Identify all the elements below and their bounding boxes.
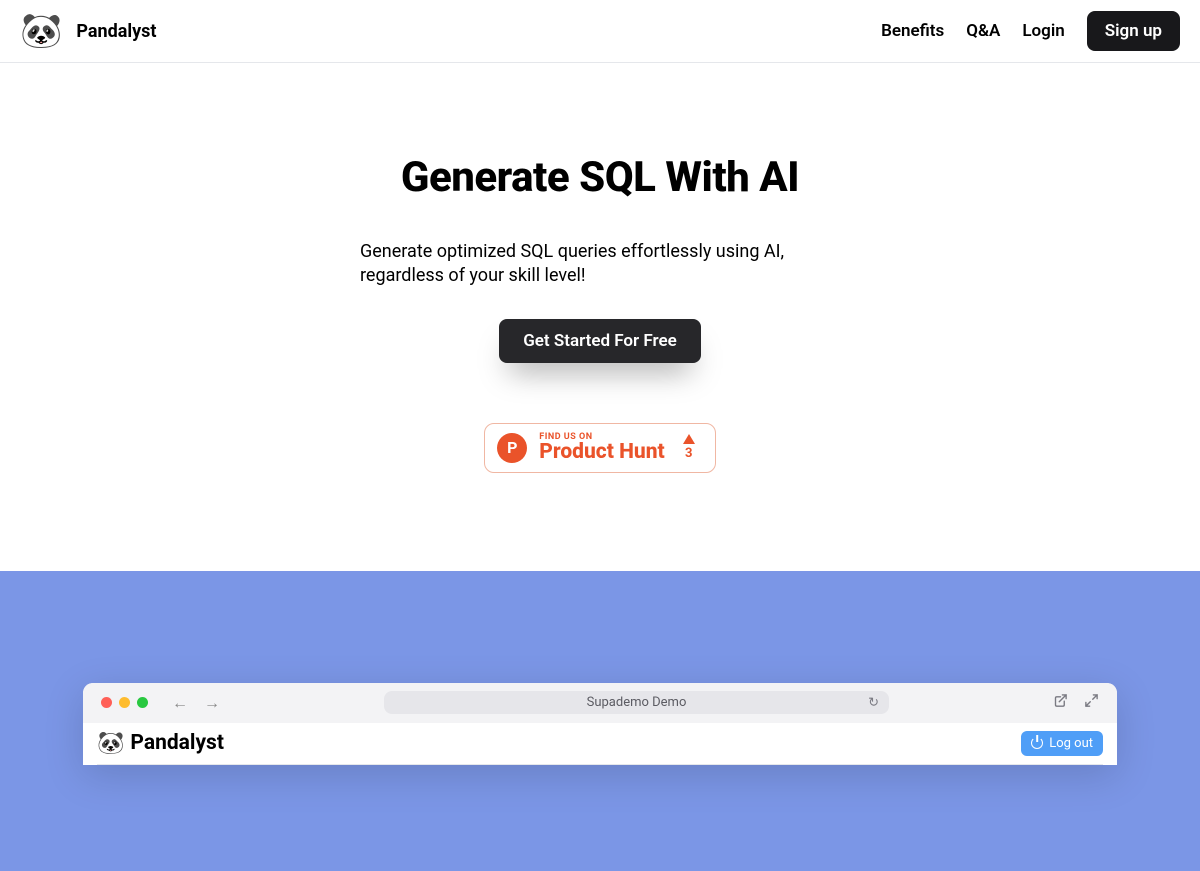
top-nav: 🐼 Pandalyst Benefits Q&A Login Sign up (0, 0, 1200, 63)
address-text: Supademo Demo (587, 695, 687, 710)
demo-section: ← → Supademo Demo ↻ 🐼 Pandalyst (0, 571, 1200, 871)
refresh-icon[interactable]: ↻ (868, 695, 879, 710)
demo-brand[interactable]: 🐼 Pandalyst (97, 731, 224, 756)
nav-qa[interactable]: Q&A (966, 21, 1000, 41)
hero-title: Generate SQL With AI (0, 153, 1200, 202)
back-arrow-icon[interactable]: ← (172, 693, 188, 713)
demo-appbar: 🐼 Pandalyst Log out (83, 723, 1117, 764)
ph-count: 3 (683, 446, 695, 461)
zoom-dot-icon[interactable] (137, 697, 148, 708)
forward-arrow-icon[interactable]: → (204, 693, 220, 713)
demo-brand-name: Pandalyst (130, 731, 224, 755)
close-dot-icon[interactable] (101, 697, 112, 708)
panda-logo-icon: 🐼 (20, 14, 62, 48)
ph-left: P FIND US ON Product Hunt (497, 432, 664, 464)
nav-arrows: ← → (172, 693, 220, 713)
ph-text: FIND US ON Product Hunt (539, 432, 664, 464)
minimize-dot-icon[interactable] (119, 697, 130, 708)
toolbar-right (1053, 693, 1099, 712)
logout-label: Log out (1049, 736, 1093, 751)
ph-vote: 3 (683, 434, 695, 461)
power-icon (1031, 737, 1043, 749)
hero-subtitle: Generate optimized SQL queries effortles… (360, 240, 840, 289)
browser-toolbar: ← → Supademo Demo ↻ (83, 683, 1117, 723)
logout-button[interactable]: Log out (1021, 731, 1103, 756)
demo-divider (97, 764, 1103, 765)
brand-name: Pandalyst (76, 21, 156, 42)
nav-login[interactable]: Login (1022, 21, 1064, 41)
traffic-lights (101, 697, 148, 708)
address-bar[interactable]: Supademo Demo ↻ (384, 691, 889, 714)
nav-benefits[interactable]: Benefits (881, 21, 944, 41)
brand[interactable]: 🐼 Pandalyst (20, 14, 157, 48)
nav-links: Benefits Q&A Login Sign up (881, 11, 1180, 51)
demo-panda-icon: 🐼 (97, 731, 124, 756)
product-hunt-icon: P (497, 433, 527, 463)
open-external-icon[interactable] (1053, 693, 1068, 712)
signup-button[interactable]: Sign up (1087, 11, 1180, 51)
ph-big: Product Hunt (539, 440, 664, 464)
product-hunt-badge[interactable]: P FIND US ON Product Hunt 3 (484, 423, 715, 473)
get-started-button[interactable]: Get Started For Free (499, 319, 701, 363)
demo-window: ← → Supademo Demo ↻ 🐼 Pandalyst (83, 683, 1117, 765)
upvote-icon (683, 434, 695, 444)
fullscreen-icon[interactable] (1084, 693, 1099, 712)
hero: Generate SQL With AI Generate optimized … (0, 63, 1200, 473)
